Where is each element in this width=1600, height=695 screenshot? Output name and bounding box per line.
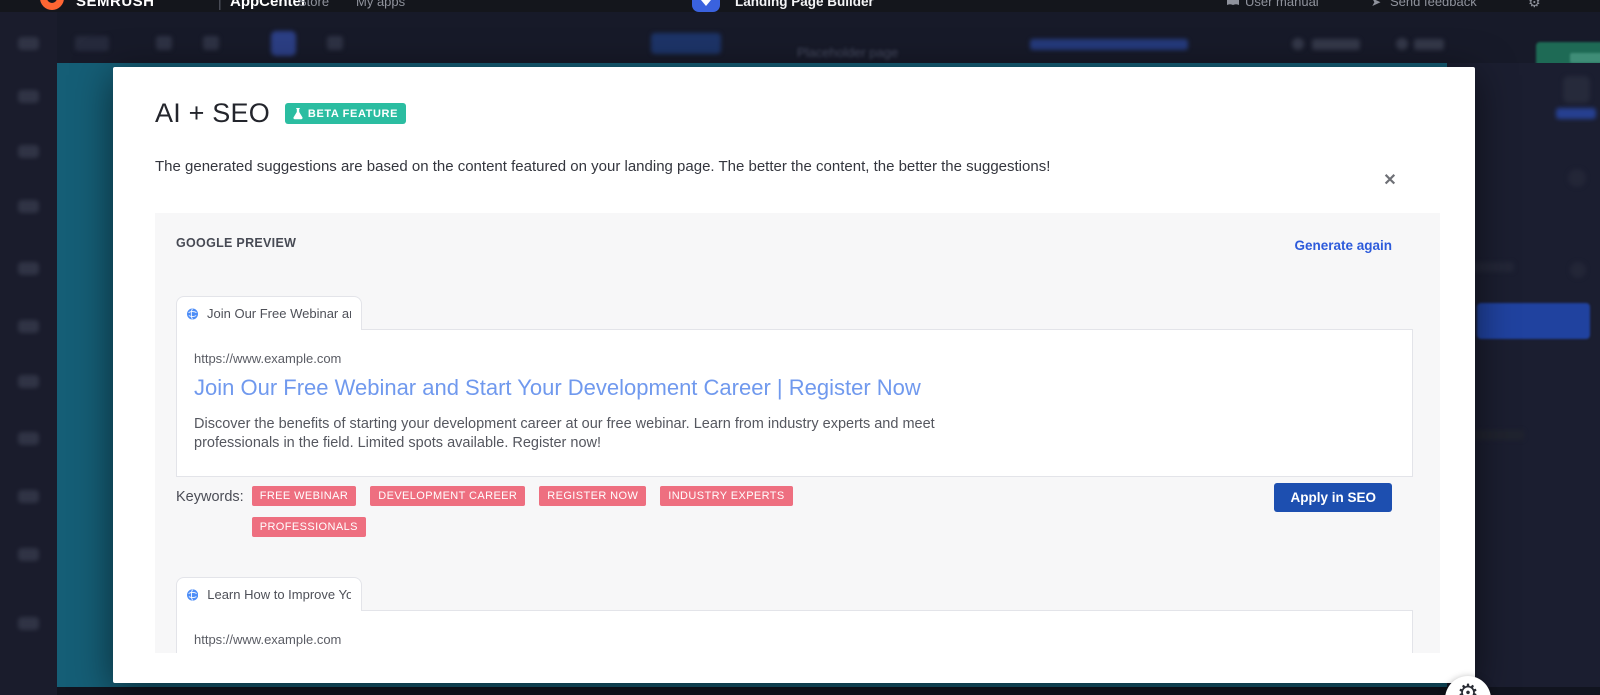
- sidebar-item-icon[interactable]: [18, 320, 39, 333]
- sidebar-item-icon[interactable]: [18, 262, 39, 275]
- apply-in-seo-button[interactable]: Apply in SEO: [1274, 483, 1392, 512]
- app-title: Landing Page Builder: [735, 0, 874, 9]
- keywords-label: Keywords:: [176, 489, 244, 505]
- globe-icon: [187, 308, 198, 319]
- serp-tab-title: Learn How to Improve Your L...: [207, 587, 351, 602]
- top-app-bar: SEMRUSH | AppCenter Store My apps Landin…: [0, 0, 1600, 12]
- keywords-row: Keywords: FREE WEBINAR DEVELOPMENT CAREE…: [176, 486, 852, 537]
- sidebar-item-icon[interactable]: [18, 490, 39, 503]
- keyword-chip: DEVELOPMENT CAREER: [370, 486, 526, 506]
- sidebar-item-icon[interactable]: [18, 200, 39, 213]
- serp-title-link: Join Our Free Webinar and Start Your Dev…: [194, 375, 921, 400]
- google-preview-section: GOOGLE PREVIEW Generate again Join Our F…: [155, 213, 1440, 653]
- preview-button-blurred[interactable]: [1312, 39, 1360, 50]
- serp-preview: https://www.example.com Join Our Free We…: [176, 329, 1413, 477]
- panel-link-blurred[interactable]: [1556, 108, 1596, 119]
- serp-tab: Join Our Free Webinar and St...: [176, 296, 362, 330]
- landing-page-builder-icon: [692, 0, 720, 12]
- settings-gear-icon[interactable]: ⚙: [1528, 0, 1541, 12]
- serp-url: https://www.example.com: [194, 351, 342, 366]
- toolbar-blue-tool-button[interactable]: [271, 31, 296, 56]
- sidebar-item-icon[interactable]: [18, 90, 39, 103]
- brand-name: SEMRUSH: [76, 0, 155, 10]
- beta-feature-label: BETA FEATURE: [307, 107, 399, 120]
- help-button-blurred[interactable]: [1414, 39, 1444, 50]
- semrush-logo-icon: [40, 0, 64, 10]
- sidebar-item-icon[interactable]: [18, 617, 39, 630]
- panel-icon-button[interactable]: [1563, 76, 1590, 103]
- toolbar-control-blurred[interactable]: [327, 36, 343, 50]
- keyword-chip: INDUSTRY EXPERTS: [660, 486, 793, 506]
- ai-seo-modal: ✕ AI + SEO BETA FEATURE The generated su…: [113, 67, 1475, 683]
- modal-title: AI + SEO: [155, 98, 270, 128]
- nav-store[interactable]: Store: [298, 0, 329, 12]
- close-icon[interactable]: ✕: [1378, 169, 1402, 193]
- book-icon: [1226, 0, 1240, 7]
- keyword-chip: REGISTER NOW: [539, 486, 647, 506]
- pages-dropdown-blurred[interactable]: [651, 33, 721, 54]
- left-sidebar: [0, 12, 57, 695]
- flask-icon: [293, 107, 303, 119]
- keyword-chips: FREE WEBINAR DEVELOPMENT CAREER REGISTER…: [251, 486, 852, 537]
- app-root: Placeholder page SEMRUSH | AppCenter Sto…: [0, 0, 1600, 695]
- nav-my-apps[interactable]: My apps: [356, 0, 405, 12]
- generate-again-link[interactable]: Generate again: [1294, 238, 1392, 253]
- serp-url: https://www.example.com: [194, 632, 342, 647]
- toolbar-control-blurred[interactable]: [75, 36, 109, 51]
- serp-description: Discover the benefits of starting your d…: [194, 416, 935, 451]
- keyword-chip: FREE WEBINAR: [251, 486, 357, 506]
- keyword-chip: PROFESSIONALS: [251, 517, 366, 537]
- page-name-label: Placeholder page: [797, 45, 899, 60]
- brand-divider: |: [218, 0, 222, 10]
- google-preview-label: GOOGLE PREVIEW: [176, 236, 297, 250]
- brand-suite-name: AppCenter: [230, 0, 307, 10]
- bottom-bar: [57, 687, 1600, 695]
- preview-icon: [1292, 38, 1304, 50]
- panel-icon-blurred: [1568, 169, 1586, 187]
- sidebar-menu-icon[interactable]: [18, 37, 39, 50]
- globe-icon: [187, 588, 199, 601]
- serp-tab: Learn How to Improve Your L...: [176, 577, 362, 611]
- sidebar-item-icon[interactable]: [18, 432, 39, 445]
- send-icon: ➤: [1371, 0, 1382, 9]
- send-feedback-link[interactable]: Send feedback: [1390, 0, 1477, 12]
- serp-tab-title: Join Our Free Webinar and St...: [207, 306, 351, 321]
- gear-icon: ⚙: [1457, 680, 1479, 695]
- sidebar-item-icon[interactable]: [18, 548, 39, 561]
- sidebar-item-icon[interactable]: [18, 375, 39, 388]
- panel-primary-button-blurred[interactable]: [1477, 303, 1590, 339]
- editor-toolbar: Placeholder page: [57, 12, 1600, 74]
- beta-feature-badge: BETA FEATURE: [284, 103, 407, 124]
- serp-preview: https://www.example.com: [176, 610, 1413, 653]
- modal-description: The generated suggestions are based on t…: [155, 158, 1051, 175]
- toolbar-link-blurred[interactable]: [1030, 39, 1188, 50]
- user-manual-link[interactable]: User manual: [1245, 0, 1319, 12]
- help-icon: [1396, 38, 1408, 50]
- sidebar-funnel-icon[interactable]: [18, 145, 39, 158]
- panel-icon-blurred: [1570, 262, 1586, 278]
- redo-icon[interactable]: [203, 36, 219, 50]
- undo-icon[interactable]: [156, 36, 172, 50]
